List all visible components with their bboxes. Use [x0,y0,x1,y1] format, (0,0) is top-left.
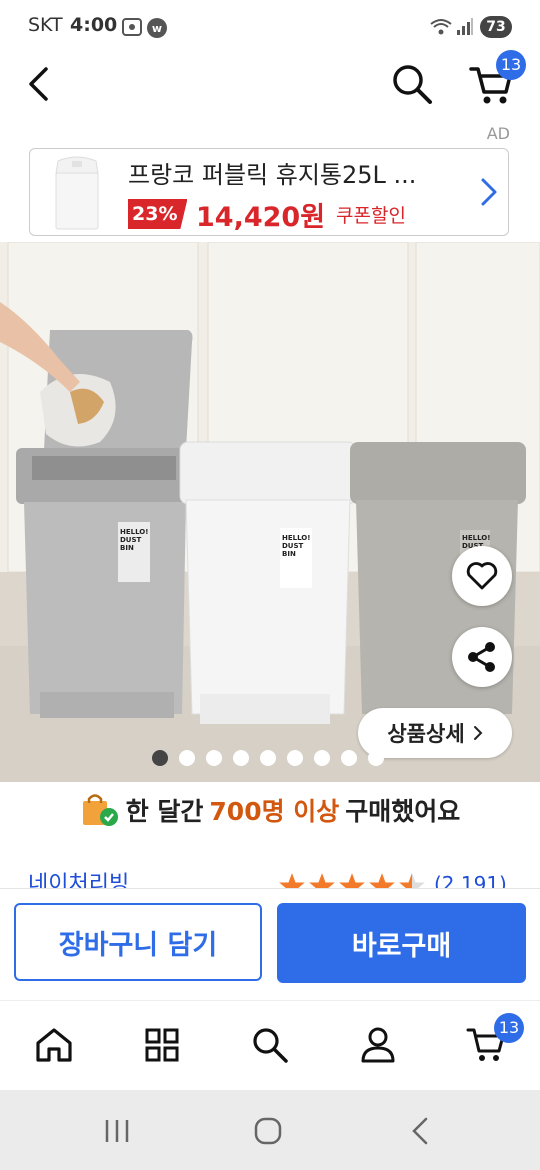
rating-stars [278,872,426,888]
buyers-suffix: 구매했어요 [345,797,461,826]
store-name-link[interactable]: 네이처리빙 [28,866,129,888]
star-icon [369,873,395,888]
back-arrow-icon[interactable] [26,66,54,102]
home-system-icon[interactable] [254,1117,282,1145]
purchase-count-banner: 한 달간 700명 이상 구매했어요 [0,782,540,838]
signal-icon [457,18,473,35]
home-icon [36,1028,72,1062]
bin-label-line1: HELLO! [120,528,148,536]
carousel-dot [287,750,303,766]
battery-indicator: 73 [480,16,512,38]
back-system-icon[interactable] [410,1117,430,1145]
carousel-dot [206,750,222,766]
tab-home[interactable] [32,1023,76,1067]
tab-cart-count-badge: 13 [494,1013,524,1043]
carousel-indicator [152,750,384,766]
ad-product-thumbnail [36,153,118,233]
system-navigation-bar [0,1090,540,1170]
ad-price: 14,420원 [196,202,326,233]
clock: 4:00 [70,14,118,36]
carousel-dot [314,750,330,766]
add-to-cart-button[interactable]: 장바구니 담기 [14,903,262,981]
search-icon[interactable] [390,62,434,106]
coupon-label: 쿠폰할인 [336,205,406,227]
heart-icon [466,562,498,590]
carousel-dot [233,750,249,766]
wifi-icon [430,19,452,35]
buyers-prefix: 한 달간 [125,797,204,826]
purchase-action-bar: 장바구니 담기 바로구매 [0,888,540,999]
shopping-bag-check-icon [82,794,118,826]
user-icon [361,1027,395,1063]
bin-label-line2-middle: DUST [282,542,304,550]
status-bar: SKT 4:00 w 73 [0,0,540,56]
star-icon [399,873,425,888]
carousel-dot [152,750,168,766]
share-icon [468,642,495,672]
star-icon [339,873,365,888]
review-count[interactable]: (2,191) [434,872,507,888]
tab-categories[interactable] [140,1023,184,1067]
tab-search[interactable] [248,1023,292,1067]
top-nav: 13 [0,50,540,116]
carousel-dot [179,750,195,766]
ad-label: AD [486,124,510,143]
svg-text:w: w [152,22,162,35]
search-icon [253,1028,288,1063]
tab-my-page[interactable] [356,1023,400,1067]
w-app-icon: w [147,18,167,38]
cart-count-badge: 13 [496,50,526,80]
chevron-right-icon [481,178,497,206]
bin-label-line1-right: HELLO! [462,534,490,542]
discount-badge: 23% [128,199,188,229]
star-icon [279,873,305,888]
grid-icon [145,1028,179,1062]
bin-label-line1-middle: HELLO! [282,534,310,542]
product-image-carousel[interactable]: HELLO! DUST BIN HELLO! DUST BIN HELLO! D… [0,242,540,782]
buyers-highlight: 700명 이상 [209,797,340,826]
carrier-label: SKT [28,14,63,36]
ad-product-title: 프랑코 퍼블릭 휴지통25L ... [128,161,417,189]
bin-label-line3: BIN [120,544,134,552]
wishlist-button[interactable] [452,546,512,606]
bottom-tab-bar: 13 [0,1000,540,1091]
carousel-dot [260,750,276,766]
screenshot-icon [122,18,142,36]
product-photo: HELLO! DUST BIN HELLO! DUST BIN HELLO! D… [0,242,540,782]
carousel-dot [341,750,357,766]
ad-product-card[interactable]: 프랑코 퍼블릭 휴지통25L ... 23% 14,420원 쿠폰할인 [29,148,509,236]
share-button[interactable] [452,627,512,687]
carousel-dot [368,750,384,766]
buy-now-button[interactable]: 바로구매 [277,903,526,983]
star-icon [309,873,335,888]
recent-apps-icon[interactable] [104,1118,130,1144]
chevron-right-icon [473,726,483,740]
product-detail-label: 상품상세 [387,722,465,746]
bin-label-line3-middle: BIN [282,550,296,558]
bin-label-line2: DUST [120,536,142,544]
